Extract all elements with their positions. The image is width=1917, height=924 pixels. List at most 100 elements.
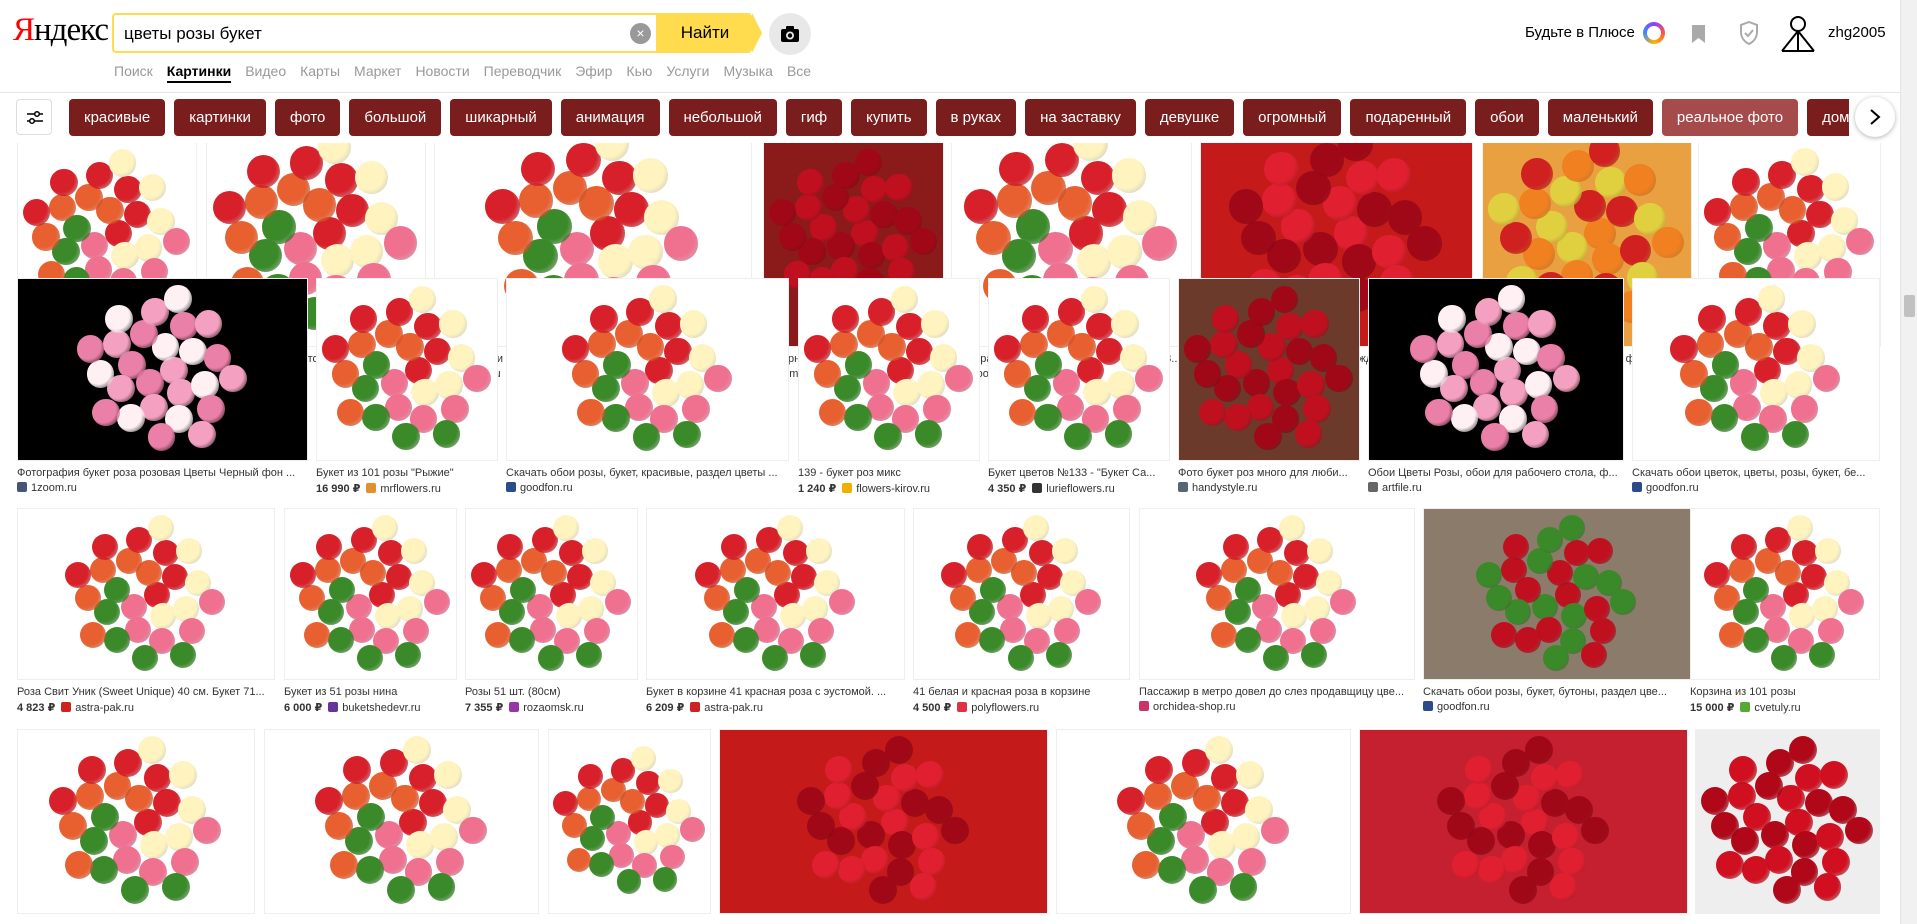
image-caption[interactable]: Букет из 51 розы нина xyxy=(284,686,457,698)
image-caption[interactable]: Букет в корзине 41 красная роза с эустом… xyxy=(646,686,905,698)
image-result[interactable]: Скачать обои розы, букет, красивые, разд… xyxy=(506,278,789,508)
tag-chip[interactable]: картинки xyxy=(174,99,266,136)
image-result[interactable]: Букет из 51 розы нина 6 000 ₽ buketshedevr… xyxy=(284,508,457,738)
image-caption[interactable]: Розы 51 шт. (80см) xyxy=(465,686,638,698)
image-caption[interactable]: Обои Цветы Розы, обои для рабочего стола… xyxy=(1368,467,1624,479)
camera-icon[interactable] xyxy=(769,13,811,55)
tag-chip[interactable]: фото xyxy=(274,99,341,136)
source-link[interactable]: mrflowers.ru xyxy=(380,483,441,495)
tag-chip[interactable]: в руках xyxy=(935,99,1017,136)
tag-chip[interactable]: подаренный xyxy=(1350,99,1467,136)
tag-chip[interactable]: красивые xyxy=(69,99,166,136)
image-thumbnail[interactable] xyxy=(1368,278,1624,461)
service-tab[interactable]: Карты xyxy=(300,63,340,83)
image-result[interactable]: Скачать обои цветок, цветы, розы, букет,… xyxy=(1632,278,1880,508)
service-tab[interactable]: Эфир xyxy=(575,63,612,83)
image-thumbnail[interactable] xyxy=(548,729,711,914)
image-thumbnail[interactable] xyxy=(913,508,1130,680)
source-link[interactable]: artfile.ru xyxy=(1382,482,1422,494)
service-tab[interactable]: Маркет xyxy=(354,63,401,83)
service-tab[interactable]: Картинки xyxy=(166,63,232,83)
image-thumbnail[interactable] xyxy=(719,729,1048,914)
image-result[interactable]: Букет в корзине 41 красная роза с эустом… xyxy=(646,508,905,738)
service-tab[interactable]: Новости xyxy=(415,63,469,83)
search-input[interactable] xyxy=(124,23,624,45)
image-caption[interactable]: Пассажир в метро довел до слез продавщиц… xyxy=(1139,686,1415,698)
image-result[interactable] xyxy=(548,729,711,924)
image-result[interactable]: Розы 51 шт. (80см) 7 355 ₽ rozaomsk.ru xyxy=(465,508,638,738)
source-link[interactable]: orchidea-shop.ru xyxy=(1153,701,1236,713)
image-thumbnail[interactable] xyxy=(1690,508,1880,680)
tag-chip[interactable]: девушке xyxy=(1144,99,1235,136)
image-result[interactable]: Фотография букет роза розовая Цветы Черн… xyxy=(17,278,308,508)
tag-chip[interactable]: гиф xyxy=(785,99,843,136)
clear-search-icon[interactable]: × xyxy=(630,23,651,44)
image-thumbnail[interactable] xyxy=(1423,508,1691,680)
image-thumbnail[interactable] xyxy=(1139,508,1415,680)
image-thumbnail[interactable] xyxy=(17,508,275,680)
image-result[interactable]: Букет цветов №133 - "Букет Са... 4 350 ₽ l… xyxy=(988,278,1170,508)
image-thumbnail[interactable] xyxy=(988,278,1170,461)
image-thumbnail[interactable] xyxy=(1056,729,1351,914)
tag-chip[interactable]: купить xyxy=(851,99,927,136)
image-result[interactable] xyxy=(264,729,539,924)
image-thumbnail[interactable] xyxy=(798,278,980,461)
image-result[interactable]: 139 - букет роз микс 1 240 ₽ flowers-kirov… xyxy=(798,278,980,508)
source-link[interactable]: buketshedevr.ru xyxy=(342,702,420,714)
image-thumbnail[interactable] xyxy=(465,508,638,680)
image-thumbnail[interactable] xyxy=(1632,278,1880,461)
tag-chip[interactable]: небольшой xyxy=(668,99,777,136)
image-result[interactable]: Обои Цветы Розы, обои для рабочего стола… xyxy=(1368,278,1624,508)
tag-chip[interactable]: на заставку xyxy=(1025,99,1136,136)
source-link[interactable]: goodfon.ru xyxy=(1646,482,1699,494)
username[interactable]: zhg2005 xyxy=(1828,24,1886,41)
tag-chip[interactable]: реальное фото xyxy=(1661,99,1799,136)
scrollbar[interactable] xyxy=(1900,0,1917,924)
image-result[interactable]: Скачать обои розы, букет, бутоны, раздел… xyxy=(1423,508,1691,738)
image-result[interactable]: Фото букет роз много для люби... handysty… xyxy=(1178,278,1360,508)
image-result[interactable] xyxy=(1359,729,1688,924)
image-thumbnail[interactable] xyxy=(1359,729,1688,914)
image-result[interactable] xyxy=(1695,729,1880,924)
image-thumbnail[interactable] xyxy=(17,729,255,914)
service-tab[interactable]: Переводчик xyxy=(484,63,562,83)
service-tab[interactable]: Услуги xyxy=(666,63,709,83)
bookmark-icon[interactable] xyxy=(1690,24,1707,44)
image-caption[interactable]: Роза Свит Уник (Sweet Unique) 40 см. Бук… xyxy=(17,686,275,698)
image-result[interactable]: Букет из 101 розы "Рыжие" 16 990 ₽ mrflowe… xyxy=(316,278,498,508)
tag-chip[interactable]: маленький xyxy=(1547,99,1653,136)
plus-icon[interactable] xyxy=(1643,22,1665,44)
image-thumbnail[interactable] xyxy=(284,508,457,680)
image-result[interactable] xyxy=(17,729,255,924)
image-caption[interactable]: Скачать обои розы, букет, красивые, разд… xyxy=(506,467,789,479)
tag-chip[interactable]: шикарный xyxy=(450,99,552,136)
image-result[interactable] xyxy=(1056,729,1351,924)
plus-link[interactable]: Будьте в Плюсе xyxy=(1525,24,1635,41)
source-link[interactable]: astra-pak.ru xyxy=(704,702,763,714)
shield-icon[interactable] xyxy=(1739,21,1759,45)
image-caption[interactable]: Букет цветов №133 - "Букет Са... xyxy=(988,467,1170,479)
image-thumbnail[interactable] xyxy=(506,278,789,461)
image-thumbnail[interactable] xyxy=(646,508,905,680)
tag-chip[interactable]: большой xyxy=(349,99,442,136)
source-link[interactable]: polyflowers.ru xyxy=(971,702,1039,714)
image-caption[interactable]: Букет из 101 розы "Рыжие" xyxy=(316,467,498,479)
source-link[interactable]: rozaomsk.ru xyxy=(523,702,584,714)
tag-chip[interactable]: обои xyxy=(1475,99,1539,136)
image-caption[interactable]: Скачать обои цветок, цветы, розы, букет,… xyxy=(1632,467,1880,479)
service-tab[interactable]: Все xyxy=(787,63,811,83)
filter-settings-icon[interactable] xyxy=(16,99,52,135)
source-link[interactable]: lurieflowers.ru xyxy=(1046,483,1114,495)
source-link[interactable]: goodfon.ru xyxy=(520,482,573,494)
image-caption[interactable]: 41 белая и красная роза в корзине xyxy=(913,686,1130,698)
service-tab[interactable]: Поиск xyxy=(114,63,153,83)
tag-chip[interactable]: огромный xyxy=(1243,99,1342,136)
image-thumbnail[interactable] xyxy=(264,729,539,914)
source-link[interactable]: goodfon.ru xyxy=(1437,701,1490,713)
image-caption[interactable]: Скачать обои розы, букет, бутоны, раздел… xyxy=(1423,686,1691,698)
service-tab[interactable]: Видео xyxy=(245,63,286,83)
find-button[interactable]: Найти xyxy=(658,13,762,53)
image-thumbnail[interactable] xyxy=(316,278,498,461)
yandex-logo[interactable]: Яндекс xyxy=(13,12,109,49)
image-caption[interactable]: Фотография букет роза розовая Цветы Черн… xyxy=(17,467,308,479)
